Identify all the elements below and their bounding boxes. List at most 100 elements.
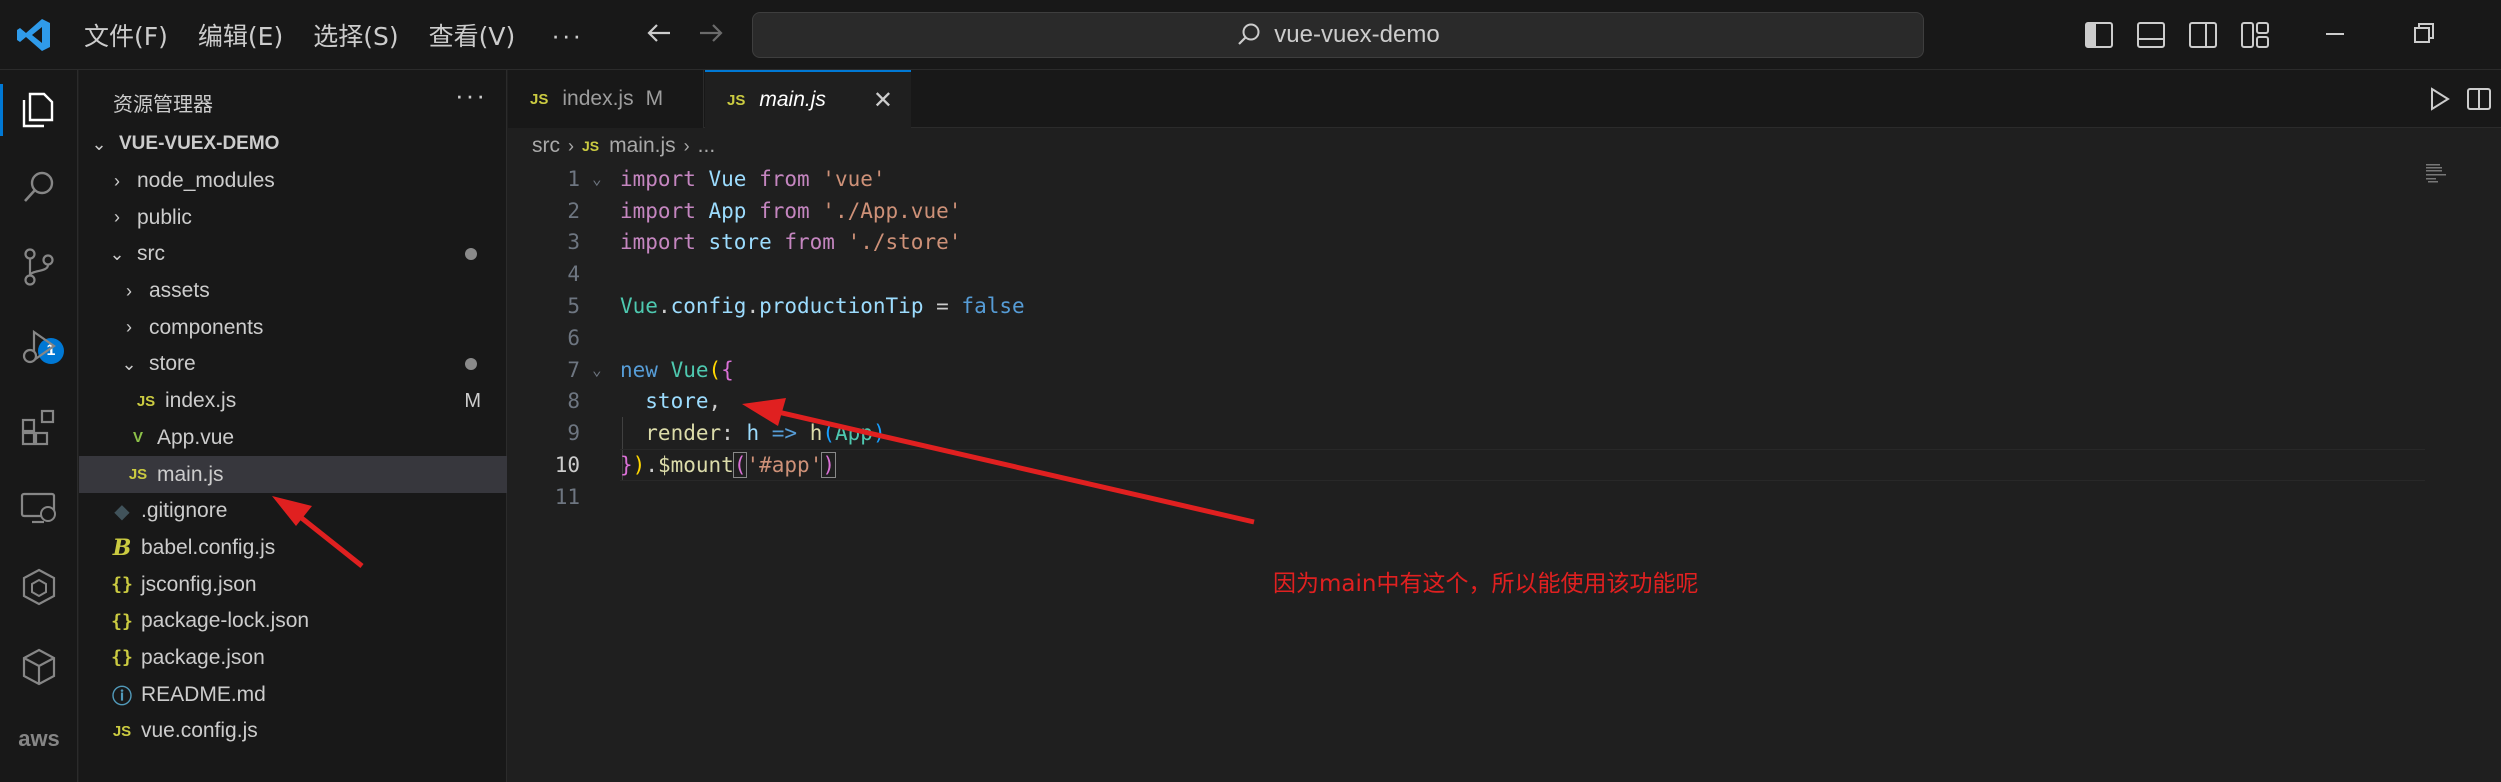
aws-label: aws [18,726,60,751]
line-number: 8 [567,389,580,414]
tree-root[interactable]: ⌄ VUE-VUEX-DEMO [79,126,507,163]
tab-index-js[interactable]: JS index.js M [508,70,704,128]
split-editor-icon[interactable] [2464,84,2494,114]
tree-item-label: babel.config.js [141,535,276,559]
chevron-right-icon: › [568,135,574,156]
code-line-current: 10 }).$mount('#app') [508,449,2501,481]
menu-bar: 文件(F) 编辑(E) 选择(S) 查看(V) ··· [84,0,583,70]
code-line: 3 import store from './store' [508,227,2501,259]
customize-layout-icon[interactable] [2238,18,2272,52]
file-tree: ⌄ VUE-VUEX-DEMO › node_modules › public … [79,126,507,750]
minimize-icon[interactable] [2320,14,2350,54]
search-icon [1238,23,1260,45]
tab-label: main.js [759,88,826,111]
code-line: 5 Vue.config.productionTip = false [508,290,2501,322]
tree-item-index-js[interactable]: JS index.js M [79,383,507,420]
git-status-modified: M [464,389,481,412]
menu-selection[interactable]: 选择(S) [313,17,398,53]
tree-item-gitignore[interactable]: ◆ .gitignore [79,493,507,530]
tree-item-label: .gitignore [141,499,228,523]
tree-item-jsconfig[interactable]: {} jsconfig.json [79,566,507,603]
code-line: 6 [508,322,2501,354]
js-file-icon: JS [530,90,549,108]
vscode-logo-icon [17,19,50,51]
forward-arrow-icon[interactable] [696,18,726,48]
tree-item-main-js[interactable]: JS main.js [79,456,507,493]
js-file-icon: JS [727,91,746,109]
js-file-icon: JS [112,722,132,740]
code-line: 8 store, [508,386,2501,418]
breadcrumb: src › JS main.js › ... [532,130,715,162]
chevron-down-icon: ⌄ [121,353,137,374]
tree-item-label: App.vue [157,425,235,449]
tree-item-package-lock[interactable]: {} package-lock.json [79,603,507,640]
tree-item-label: src [137,242,165,266]
tree-item-public[interactable]: › public [79,199,507,236]
remote-explorer-icon[interactable] [18,486,60,528]
tree-item-vue-config[interactable]: JS vue.config.js [79,713,507,750]
chevron-down-icon: ⌄ [91,133,107,154]
tree-item-assets[interactable]: › assets [79,273,507,310]
breadcrumb-ellipsis[interactable]: ... [698,134,716,158]
tree-item-label: node_modules [137,169,275,193]
tree-item-package-json[interactable]: {} package.json [79,640,507,677]
code-line: 1 ⌄ import Vue from 'vue' [508,163,2501,195]
fold-chevron-icon[interactable]: ⌄ [592,360,602,379]
tree-item-label: package.json [141,645,265,669]
code-editor[interactable]: 1 ⌄ import Vue from 'vue' 2 import App f… [508,163,2501,513]
close-icon[interactable]: ✕ [873,86,893,115]
tree-item-store[interactable]: ⌄ store [79,346,507,383]
tree-item-label: assets [149,279,210,303]
toggle-secondary-sidebar-icon[interactable] [2186,18,2220,52]
line-number: 4 [567,262,580,287]
tree-item-label: vue.config.js [141,719,258,743]
editor-tab-bar: JS index.js M JS main.js ✕ [508,70,2501,128]
run-debug-icon[interactable] [18,326,60,368]
chevron-right-icon: › [114,170,120,191]
toggle-panel-icon[interactable] [2134,18,2168,52]
explorer-icon[interactable] [18,88,60,130]
git-status-modified: M [645,87,664,110]
openai-icon[interactable] [18,566,60,608]
menu-more-icon[interactable]: ··· [551,20,583,51]
sidebar-title: 资源管理器 [113,92,213,116]
minimap[interactable] [2426,164,2456,184]
breadcrumb-folder[interactable]: src [532,134,560,158]
tree-item-readme[interactable]: ⓘ README.md [79,676,507,713]
menu-view[interactable]: 查看(V) [429,17,516,53]
line-number: 2 [567,198,580,223]
line-number: 3 [567,230,580,255]
layout-controls [2082,18,2290,52]
aws-icon[interactable]: aws [14,726,64,752]
chevron-right-icon: › [126,280,132,301]
json-file-icon: {} [111,574,133,596]
line-number: 7 [567,357,580,382]
fold-chevron-icon[interactable]: ⌄ [592,169,602,188]
tree-item-src[interactable]: ⌄ src [79,236,507,273]
menu-file[interactable]: 文件(F) [84,17,168,53]
back-arrow-icon[interactable] [644,18,674,48]
tab-label: index.js [562,87,634,110]
toggle-primary-sidebar-icon[interactable] [2082,18,2116,52]
source-control-icon[interactable] [18,246,60,288]
tree-item-label: store [149,352,196,376]
tree-item-components[interactable]: › components [79,309,507,346]
active-indicator [0,84,3,136]
json-file-icon: {} [111,647,133,669]
tree-item-node-modules[interactable]: › node_modules [79,163,507,200]
extensions-icon[interactable] [18,406,60,448]
menu-edit[interactable]: 编辑(E) [198,17,283,53]
line-number: 1 [567,166,580,191]
tree-item-app-vue[interactable]: V App.vue [79,420,507,457]
sidebar-more-icon[interactable]: ··· [455,80,487,111]
tree-item-babel-config[interactable]: B babel.config.js [79,530,507,567]
search-icon[interactable] [18,166,60,208]
code-line: 9 render: h => h(App) [508,417,2501,449]
command-center-search[interactable]: vue-vuex-demo [752,12,1924,58]
babel-file-icon: B [112,534,132,561]
restore-icon[interactable] [2408,14,2438,54]
package-icon[interactable] [18,646,60,688]
breadcrumb-file[interactable]: main.js [609,134,676,158]
tab-main-js[interactable]: JS main.js ✕ [705,70,911,128]
run-icon[interactable] [2424,84,2454,114]
